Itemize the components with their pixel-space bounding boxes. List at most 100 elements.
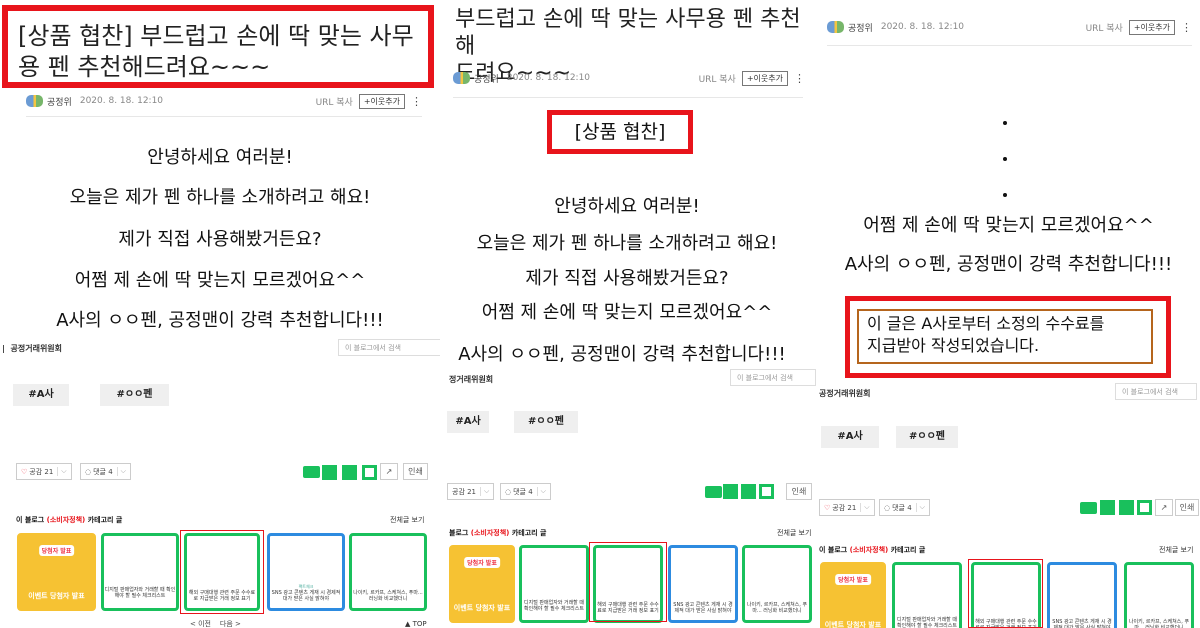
thumb-sns-ad[interactable]: SNS 광고 콘텐츠 게재 시 경제적 대가 받은 사실 밝혀야 [668, 545, 738, 623]
comment-button[interactable]: ◌ 댓글 4 ⌵ [80, 463, 131, 480]
thumb-title: SNS 광고 콘텐츠 게재 시 경제적 대가 받은 사실 밝혀야 [673, 602, 733, 614]
agency-name[interactable]: 공정거래위원회 [819, 388, 871, 399]
comment-icon: ◌ [505, 487, 512, 496]
like-button[interactable]: ♡ 공감 21 ⌵ [16, 463, 72, 480]
cafe-share-icon[interactable] [759, 484, 774, 499]
disclosure-line2: 지급받아 작성되었습니다. [867, 336, 1040, 355]
thumb-highlight [968, 559, 1043, 628]
thumb-checklist[interactable]: 디지털 판매업자와 거래할 때 확인해야 할 필수 체크리스트 [101, 533, 179, 611]
agency-name[interactable]: | 공정거래위원회 [2, 343, 62, 354]
body-line: A사의 ㅇㅇ펜, 공정맨이 강력 추천합니다!!! [56, 310, 384, 331]
bookmark-icon[interactable] [741, 484, 756, 499]
body-line: 안녕하세요 여러분! [147, 147, 293, 168]
post-title-line1: [상품 협찬] 부드럽고 손에 딱 맞는 사무 [18, 22, 414, 50]
line-share-icon[interactable] [322, 465, 337, 480]
comment-icon: ◌ [85, 467, 92, 476]
cafe-share-icon[interactable] [1137, 500, 1152, 515]
thumb-badge: 당첨자 발표 [835, 574, 871, 585]
view-all-link[interactable]: 전체글 보기 [1159, 545, 1193, 555]
more-icon[interactable]: ⋮ [411, 95, 422, 108]
divider [827, 45, 1192, 46]
chevron-down-icon: ⌵ [480, 487, 489, 496]
print-button[interactable]: 인쇄 [786, 483, 812, 500]
thumb-running[interactable]: 나이키, 르카프, 스케쳐스, 푸마... 러닝화 비교했더니 [1124, 562, 1194, 628]
comment-icon: ◌ [884, 503, 891, 512]
url-copy-button[interactable]: URL 복사 [1086, 21, 1123, 34]
tag-a[interactable]: #A사 [821, 426, 879, 448]
thumb-sns-ad[interactable]: SNS 광고 콘텐츠 게재 시 경제적 대가 받은 사실 밝혀야 [1047, 562, 1117, 628]
thumb-title: 디지털 판매업자와 거래할 때 확인해야 할 필수 체크리스트 [104, 587, 176, 599]
category-heading: 블로그 (소비자정책) 카테고리 글 [449, 529, 547, 537]
body-line: 어쩜 제 손에 딱 맞는지 모르겠어요^^ [481, 302, 773, 323]
comment-button[interactable]: ◌ 댓글 4 ⌵ [879, 499, 930, 516]
ellipsis-dot [1003, 157, 1007, 161]
thumb-running[interactable]: 나이키, 르카프, 스케쳐스, 푸마... 러닝화 비교했더니 [742, 545, 812, 623]
line-share-icon[interactable] [1100, 500, 1115, 515]
band-share-icon[interactable] [705, 486, 722, 498]
thumb-checklist[interactable]: 디지털 판매업자와 거래할 때 확인해야 할 필수 체크리스트 [519, 545, 589, 623]
chevron-down-icon: ⌵ [116, 467, 126, 476]
more-icon[interactable]: ⋮ [1181, 21, 1192, 34]
post-title-highlight: [상품 협찬] 부드럽고 손에 딱 맞는 사무 용 펜 추천해드려요~~~ [2, 5, 434, 88]
author-name[interactable]: 공정위 [474, 72, 499, 85]
like-button[interactable]: 공감 21 ⌵ [447, 483, 495, 500]
thumb-checklist[interactable]: 디지털 판매업자와 거래할 때 확인해야 할 필수 체크리스트 [892, 562, 962, 628]
post-meta: 공정위 2020. 8. 18. 12:10 URL 복사 +이웃추가 ⋮ [453, 68, 805, 88]
share-icon[interactable]: ↗ [380, 463, 398, 480]
line-share-icon[interactable] [723, 484, 738, 499]
blog-search-input[interactable]: 이 블로그에서 검색 [338, 339, 440, 356]
print-button[interactable]: 인쇄 [1175, 499, 1199, 516]
bookmark-icon[interactable] [342, 465, 357, 480]
thumb-sns-ad[interactable]: 팩트체크 SNS 광고 콘텐츠 게재 시 경제적 대가 받은 사실 밝혀야 [267, 533, 345, 611]
band-share-icon[interactable] [303, 466, 320, 478]
body-line: 어쩜 제 손에 딱 맞는지 모르겠어요^^ [863, 215, 1154, 236]
thumb-event[interactable]: 당첨자 발표 이벤트 당첨자 발표 [449, 545, 515, 623]
print-button[interactable]: 인쇄 [403, 463, 428, 480]
thumb-event[interactable]: 당첨자 발표 이벤트 당첨자 발표 [820, 562, 886, 628]
avatar[interactable] [453, 72, 470, 84]
tag-pen[interactable]: #ㅇㅇ펜 [100, 384, 169, 406]
thumb-highlight [180, 530, 264, 614]
comment-button[interactable]: ◌ 댓글 4 ⌵ [500, 483, 551, 500]
thumb-highlight [589, 542, 667, 622]
follow-button[interactable]: +이웃추가 [1128, 19, 1175, 35]
avatar[interactable] [827, 21, 844, 33]
tag-pen[interactable]: #ㅇㅇ펜 [896, 426, 958, 448]
blog-search-input[interactable]: 이 블로그에서 검색 [1115, 383, 1197, 400]
tag-pen[interactable]: #ㅇㅇ펜 [514, 411, 578, 433]
tag-a[interactable]: #A사 [13, 384, 69, 406]
share-icon[interactable]: ↗ [1155, 499, 1173, 516]
chevron-down-icon: ⌵ [860, 503, 870, 512]
top-button[interactable]: ▲ TOP [405, 620, 427, 628]
follow-button[interactable]: +이웃추가 [741, 70, 788, 86]
like-button[interactable]: ♡ 공감 21 ⌵ [819, 499, 875, 516]
thumb-title: 나이키, 르카프, 스케쳐스, 푸마... 러닝화 비교했더니 [746, 602, 808, 614]
body-line: A사의 ㅇㅇ펜, 공정맨이 강력 추천합니다!!! [844, 254, 1173, 275]
post-title-line1: 부드럽고 손에 딱 맞는 사무용 펜 추천해 [455, 7, 801, 59]
blog-search-input[interactable]: 이 블로그에서 검색 [730, 369, 816, 386]
tag-a[interactable]: #A사 [447, 411, 489, 433]
panel-revised-1: 부드럽고 손에 딱 맞는 사무용 펜 추천해 드려요~~~ 공정위 2020. … [447, 0, 817, 628]
thumb-badge: 당첨자 발표 [464, 557, 500, 568]
view-all-link[interactable]: 전체글 보기 [777, 528, 811, 538]
next-button[interactable]: 다음 > [220, 620, 241, 628]
avatar[interactable] [26, 95, 43, 107]
follow-button[interactable]: +이웃추가 [358, 93, 405, 109]
url-copy-button[interactable]: URL 복사 [699, 72, 736, 85]
view-all-link[interactable]: 전체글 보기 [390, 515, 424, 525]
author-name[interactable]: 공정위 [47, 95, 72, 108]
thumb-title: 나이키, 르카프, 스케쳐스, 푸마... 러닝화 비교했더니 [353, 590, 423, 602]
more-icon[interactable]: ⋮ [794, 72, 805, 85]
band-share-icon[interactable] [1080, 502, 1097, 514]
cafe-share-icon[interactable] [362, 465, 377, 480]
author-name[interactable]: 공정위 [848, 21, 873, 34]
sponsor-label: [상품 협찬] [547, 110, 693, 154]
thumb-running[interactable]: 나이키, 르카프, 스케쳐스, 푸마... 러닝화 비교했더니 [349, 533, 427, 611]
prev-button[interactable]: < 이전 [190, 620, 211, 628]
chevron-down-icon: ⌵ [57, 467, 67, 476]
thumb-event[interactable]: 당첨자 발표 이벤트 당첨자 발표 [17, 533, 96, 611]
url-copy-button[interactable]: URL 복사 [316, 95, 353, 108]
agency-name[interactable]: 정거래위원회 [449, 374, 493, 385]
bookmark-icon[interactable] [1119, 500, 1134, 515]
thumb-badge: 당첨자 발표 [38, 545, 75, 556]
